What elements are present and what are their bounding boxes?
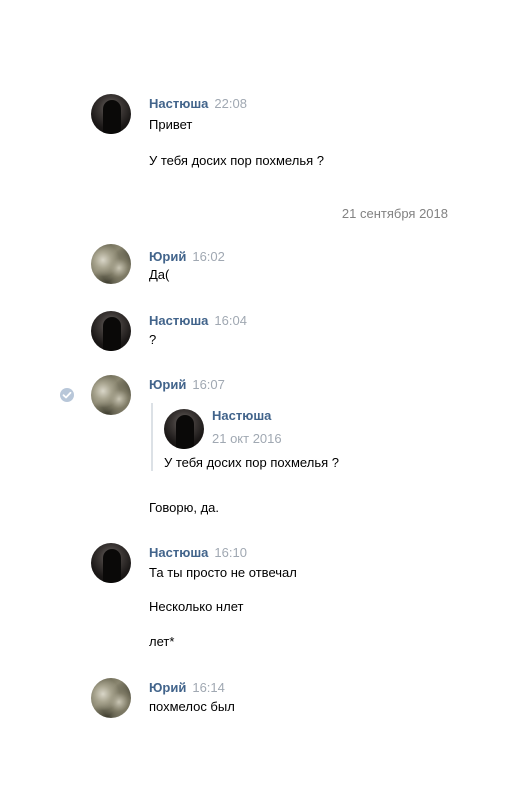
avatar[interactable] bbox=[91, 244, 131, 284]
avatar[interactable] bbox=[91, 543, 131, 583]
message-header: Настюша 16:04 bbox=[149, 313, 247, 329]
forwarded-text: У тебя досих пор похмелья ? bbox=[164, 455, 339, 470]
message-text: У тебя досих пор похмелья ? bbox=[149, 153, 324, 168]
message-time[interactable]: 22:08 bbox=[214, 96, 247, 111]
message-time[interactable]: 16:10 bbox=[214, 545, 247, 560]
message-text: похмелос был bbox=[149, 699, 235, 714]
message-text: Привет bbox=[149, 117, 193, 132]
message-time[interactable]: 16:14 bbox=[192, 680, 225, 695]
message-header: Настюша 16:10 bbox=[149, 545, 247, 561]
message-time[interactable]: 16:04 bbox=[214, 313, 247, 328]
avatar[interactable] bbox=[91, 678, 131, 718]
check-icon[interactable] bbox=[60, 388, 74, 402]
message-author[interactable]: Юрий bbox=[149, 377, 186, 392]
avatar[interactable] bbox=[164, 409, 204, 449]
message-text: ? bbox=[149, 332, 157, 347]
message-time[interactable]: 16:02 bbox=[192, 249, 225, 264]
message-time[interactable]: 16:07 bbox=[192, 377, 225, 392]
message-header: Настюша 22:08 bbox=[149, 96, 247, 112]
message-header: Юрий 16:02 bbox=[149, 249, 225, 265]
avatar[interactable] bbox=[91, 311, 131, 351]
forwarded-date[interactable]: 21 окт 2016 bbox=[212, 431, 282, 447]
chat-history: Настюша 22:08 Привет У тебя досих пор пох… bbox=[0, 0, 510, 800]
forwarded-author[interactable]: Настюша bbox=[212, 408, 271, 424]
message-author[interactable]: Юрий bbox=[149, 249, 186, 264]
message-author[interactable]: Настюша bbox=[149, 545, 208, 560]
avatar[interactable] bbox=[91, 375, 131, 415]
message-text: Та ты просто не отвечал bbox=[149, 565, 297, 580]
message-text: Да( bbox=[149, 267, 170, 282]
forwarded-message[interactable]: Настюша 21 окт 2016 У тебя досих пор пох… bbox=[151, 403, 373, 471]
message-author[interactable]: Настюша bbox=[149, 96, 208, 111]
message-text: лет* bbox=[149, 634, 175, 649]
message-text: Говорю, да. bbox=[149, 500, 220, 515]
date-separator: 21 сентября 2018 bbox=[341, 206, 448, 221]
message-header: Юрий 16:14 bbox=[149, 680, 225, 696]
avatar[interactable] bbox=[91, 94, 131, 134]
message-header: Юрий 16:07 bbox=[149, 377, 225, 393]
message-text: Несколько нлет bbox=[149, 599, 244, 614]
message-author[interactable]: Настюша bbox=[149, 313, 208, 328]
message-author[interactable]: Юрий bbox=[149, 680, 186, 695]
